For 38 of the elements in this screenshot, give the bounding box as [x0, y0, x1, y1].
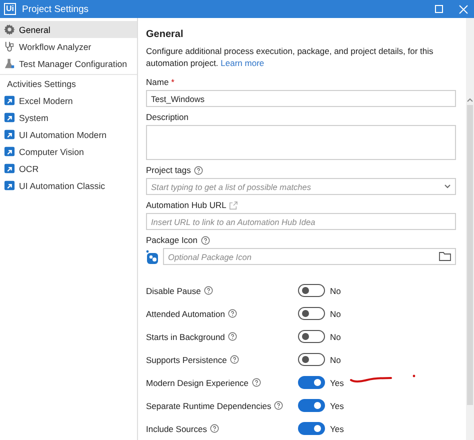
toggle-state: Yes	[330, 424, 344, 434]
sidebar-item[interactable]: Computer Vision	[0, 143, 137, 160]
package-icon-field[interactable]: Optional Package Icon	[163, 248, 456, 265]
field-label: Name *	[146, 77, 174, 87]
app-logo: Ui	[4, 3, 16, 15]
tags-combobox[interactable]: Start typing to get a list of possible matches	[146, 178, 456, 195]
sidebar-item[interactable]: General	[0, 21, 137, 38]
sidebar-item[interactable]: Excel Modern	[0, 92, 137, 109]
setting-label: Include Sources	[146, 424, 207, 434]
setting-label: Modern Design Experience	[146, 378, 249, 388]
setting-label: Separate Runtime Dependencies	[146, 400, 272, 410]
url-field[interactable]: Insert URL to link to an Automation Hub Idea	[146, 213, 456, 230]
section-header: Activities Settings	[7, 78, 76, 88]
setting-label: Supports Persistence	[146, 354, 227, 364]
description-text: Configure additional process execution, package, and project details, for this automation project. Learn more	[146, 45, 434, 69]
sidebar-item[interactable]: System	[0, 109, 137, 126]
field-label: Description	[146, 112, 189, 122]
toggle-state: No	[330, 354, 341, 364]
toggle-state: Yes	[330, 378, 344, 388]
toggle-state: Yes	[330, 400, 344, 410]
setting-label: Starts in Background	[146, 332, 225, 342]
toggle-state: No	[330, 332, 341, 342]
setting-label: Disable Pause	[146, 286, 201, 296]
name-field[interactable]: Test_Windows	[146, 90, 456, 107]
sidebar-item[interactable]: UI Automation Classic	[0, 177, 137, 194]
setting-label: Attended Automation	[146, 308, 225, 318]
toggle-state: No	[330, 308, 341, 318]
sidebar-item[interactable]: Workflow Analyzer	[0, 38, 137, 55]
field-label: Project tags	[146, 165, 191, 175]
window-title: Project Settings	[22, 4, 90, 14]
field-label: Automation Hub URL	[146, 200, 226, 210]
sidebar-item[interactable]: UI Automation Modern	[0, 126, 137, 143]
sidebar-item[interactable]: OCR	[0, 160, 137, 177]
section-heading: General	[146, 29, 184, 40]
field-label: Package Icon	[146, 235, 198, 245]
learn-more-link[interactable]: Learn more	[220, 58, 264, 68]
sidebar-item[interactable]: Test Manager Configuration	[0, 55, 137, 72]
toggle-state: No	[330, 286, 341, 296]
